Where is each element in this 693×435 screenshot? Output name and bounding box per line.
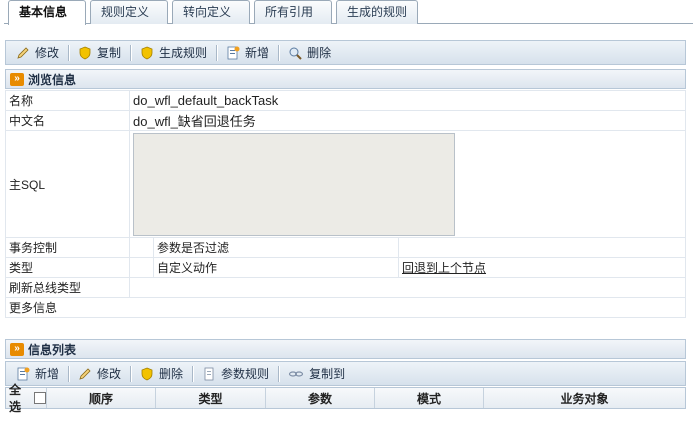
new-document-icon (17, 367, 30, 380)
add-label: 新增 (245, 46, 270, 60)
copy-to-button[interactable]: 复制到 (282, 363, 351, 384)
param-filter-label: 参数是否过滤 (153, 237, 399, 258)
delete-label: 删除 (307, 46, 332, 60)
more-info-label[interactable]: 更多信息 (5, 297, 686, 318)
select-all-column: 全选 (6, 383, 47, 414)
info-row-transaction: 事务控制 参数是否过滤 (5, 237, 686, 258)
select-all-label: 全选 (9, 383, 22, 414)
list-toolbar: 新增 修改 删除 参数规则 复制到 (5, 361, 686, 386)
separator (68, 365, 70, 382)
list-delete-button[interactable]: 删除 (134, 363, 189, 384)
type-value: 自定义动作 (153, 257, 399, 278)
copy-button[interactable]: 复制 (72, 42, 127, 63)
browse-info-header[interactable]: » 浏览信息 (5, 69, 686, 89)
add-button[interactable]: 新增 (220, 42, 275, 63)
sql-label: 主SQL (5, 130, 130, 238)
edit-button[interactable]: 修改 (10, 42, 65, 63)
param-rule-button[interactable]: 参数规则 (196, 363, 275, 384)
info-list-header[interactable]: » 信息列表 (5, 339, 686, 359)
cn-name-label: 中文名 (5, 110, 130, 131)
tab-all-references[interactable]: 所有引用 (254, 0, 332, 24)
info-row-sql: 主SQL (5, 130, 686, 238)
separator (130, 365, 132, 382)
info-row-more: 更多信息 (5, 297, 686, 318)
transaction-label: 事务控制 (5, 237, 130, 258)
column-type[interactable]: 类型 (156, 388, 266, 408)
delete-button[interactable]: 删除 (282, 42, 337, 63)
list-add-label: 新增 (35, 367, 60, 381)
name-value: do_wfl_default_backTask (129, 90, 686, 111)
bus-type-label: 刷新总线类型 (5, 277, 130, 298)
tab-generated-rules[interactable]: 生成的规则 (336, 0, 418, 24)
generate-rules-button[interactable]: 生成规则 (134, 42, 213, 63)
column-mode[interactable]: 模式 (375, 388, 484, 408)
separator (278, 44, 280, 61)
chevron-right-icon: » (10, 342, 24, 356)
column-business-object[interactable]: 业务对象 (484, 388, 685, 408)
list-delete-label: 删除 (159, 367, 184, 381)
magnifier-icon (289, 47, 302, 60)
info-list-grid-header: 全选 顺序 类型 参数 模式 业务对象 (5, 383, 686, 414)
info-row-name: 名称 do_wfl_default_backTask (5, 90, 686, 111)
browse-info-title: 浏览信息 (28, 72, 77, 87)
main-toolbar: 修改 复制 生成规则 新增 删除 (5, 40, 686, 65)
copy-to-label: 复制到 (309, 367, 346, 381)
copy-label: 复制 (97, 46, 122, 60)
separator (216, 44, 218, 61)
list-edit-button[interactable]: 修改 (72, 363, 127, 384)
separator (130, 44, 132, 61)
type-link[interactable]: 回退到上个节点 (402, 261, 486, 275)
info-row-cn-name: 中文名 do_wfl_缺省回退任务 (5, 110, 686, 131)
browse-info-table: 名称 do_wfl_default_backTask 中文名 do_wfl_缺省… (5, 90, 686, 318)
new-document-icon (227, 46, 240, 59)
column-order[interactable]: 顺序 (47, 388, 156, 408)
chevron-right-icon: » (10, 72, 24, 86)
cn-name-value: do_wfl_缺省回退任务 (129, 110, 686, 131)
list-edit-label: 修改 (97, 367, 122, 381)
param-rule-label: 参数规则 (221, 367, 270, 381)
tab-redirect-definition[interactable]: 转向定义 (172, 0, 250, 24)
info-row-type: 类型 自定义动作 回退到上个节点 (5, 257, 686, 278)
type-label: 类型 (5, 257, 130, 278)
separator (192, 365, 194, 382)
sql-textarea[interactable] (133, 132, 455, 236)
generate-rules-label: 生成规则 (159, 46, 208, 60)
separator (278, 365, 280, 382)
info-list-title: 信息列表 (28, 342, 77, 357)
document-icon (204, 367, 214, 380)
shield-icon (141, 46, 153, 59)
tab-bar: 基本信息 规则定义 转向定义 所有引用 生成的规则 (4, 0, 693, 25)
link-icon (288, 370, 304, 377)
name-label: 名称 (5, 90, 130, 111)
select-all-checkbox[interactable] (34, 392, 46, 404)
shield-icon (79, 46, 91, 59)
tab-rule-definition[interactable]: 规则定义 (90, 0, 168, 24)
separator (68, 44, 70, 61)
column-param[interactable]: 参数 (266, 388, 375, 408)
edit-label: 修改 (35, 46, 60, 60)
info-row-bus-type: 刷新总线类型 (5, 277, 686, 298)
pencil-icon (17, 46, 29, 59)
pencil-icon (79, 367, 91, 380)
tab-basic-info[interactable]: 基本信息 (8, 0, 86, 25)
shield-icon (141, 367, 153, 380)
